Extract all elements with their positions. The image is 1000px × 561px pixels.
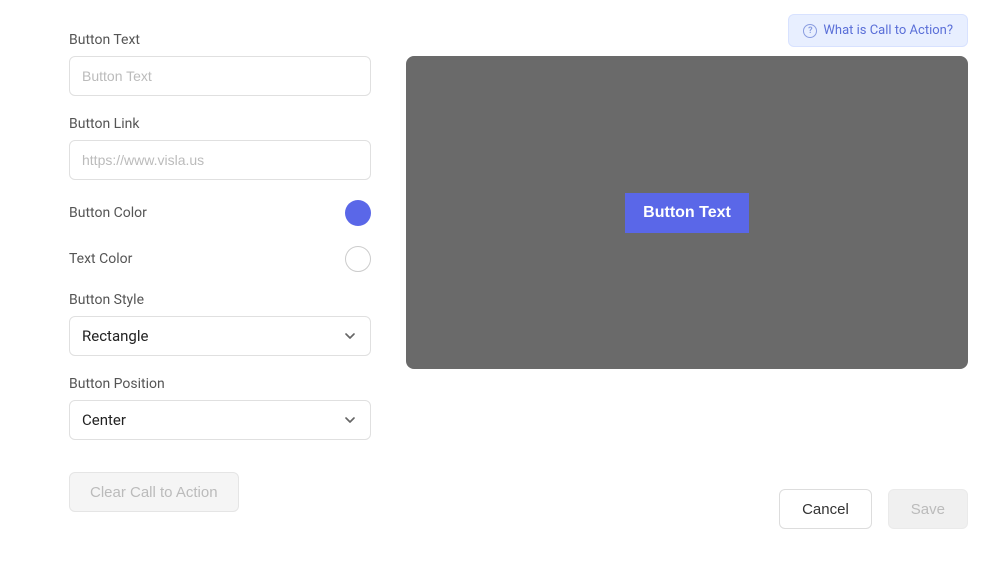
clear-button[interactable]: Clear Call to Action [69, 472, 239, 512]
button-text-input[interactable] [69, 56, 371, 96]
button-position-label: Button Position [69, 376, 371, 392]
button-text-label: Button Text [69, 32, 371, 48]
help-link[interactable]: ? What is Call to Action? [788, 14, 968, 47]
button-position-select[interactable]: Center [69, 400, 371, 440]
footer-actions: Cancel Save [779, 489, 968, 529]
save-button[interactable]: Save [888, 489, 968, 529]
preview-cta-button: Button Text [625, 193, 749, 233]
settings-panel: Button Text Button Link Button Color Tex… [69, 32, 371, 512]
button-style-value: Rectangle [82, 327, 148, 345]
question-icon: ? [803, 24, 817, 38]
cancel-button[interactable]: Cancel [779, 489, 872, 529]
text-color-swatch[interactable] [345, 246, 371, 272]
button-position-value: Center [82, 411, 126, 429]
button-style-label: Button Style [69, 292, 371, 308]
button-color-label: Button Color [69, 205, 147, 221]
button-link-label: Button Link [69, 116, 371, 132]
button-link-input[interactable] [69, 140, 371, 180]
help-link-label: What is Call to Action? [823, 23, 953, 38]
preview-panel: Button Text [406, 56, 968, 369]
button-style-select[interactable]: Rectangle [69, 316, 371, 356]
chevron-down-icon [342, 328, 358, 344]
text-color-label: Text Color [69, 251, 132, 267]
button-color-swatch[interactable] [345, 200, 371, 226]
chevron-down-icon [342, 412, 358, 428]
